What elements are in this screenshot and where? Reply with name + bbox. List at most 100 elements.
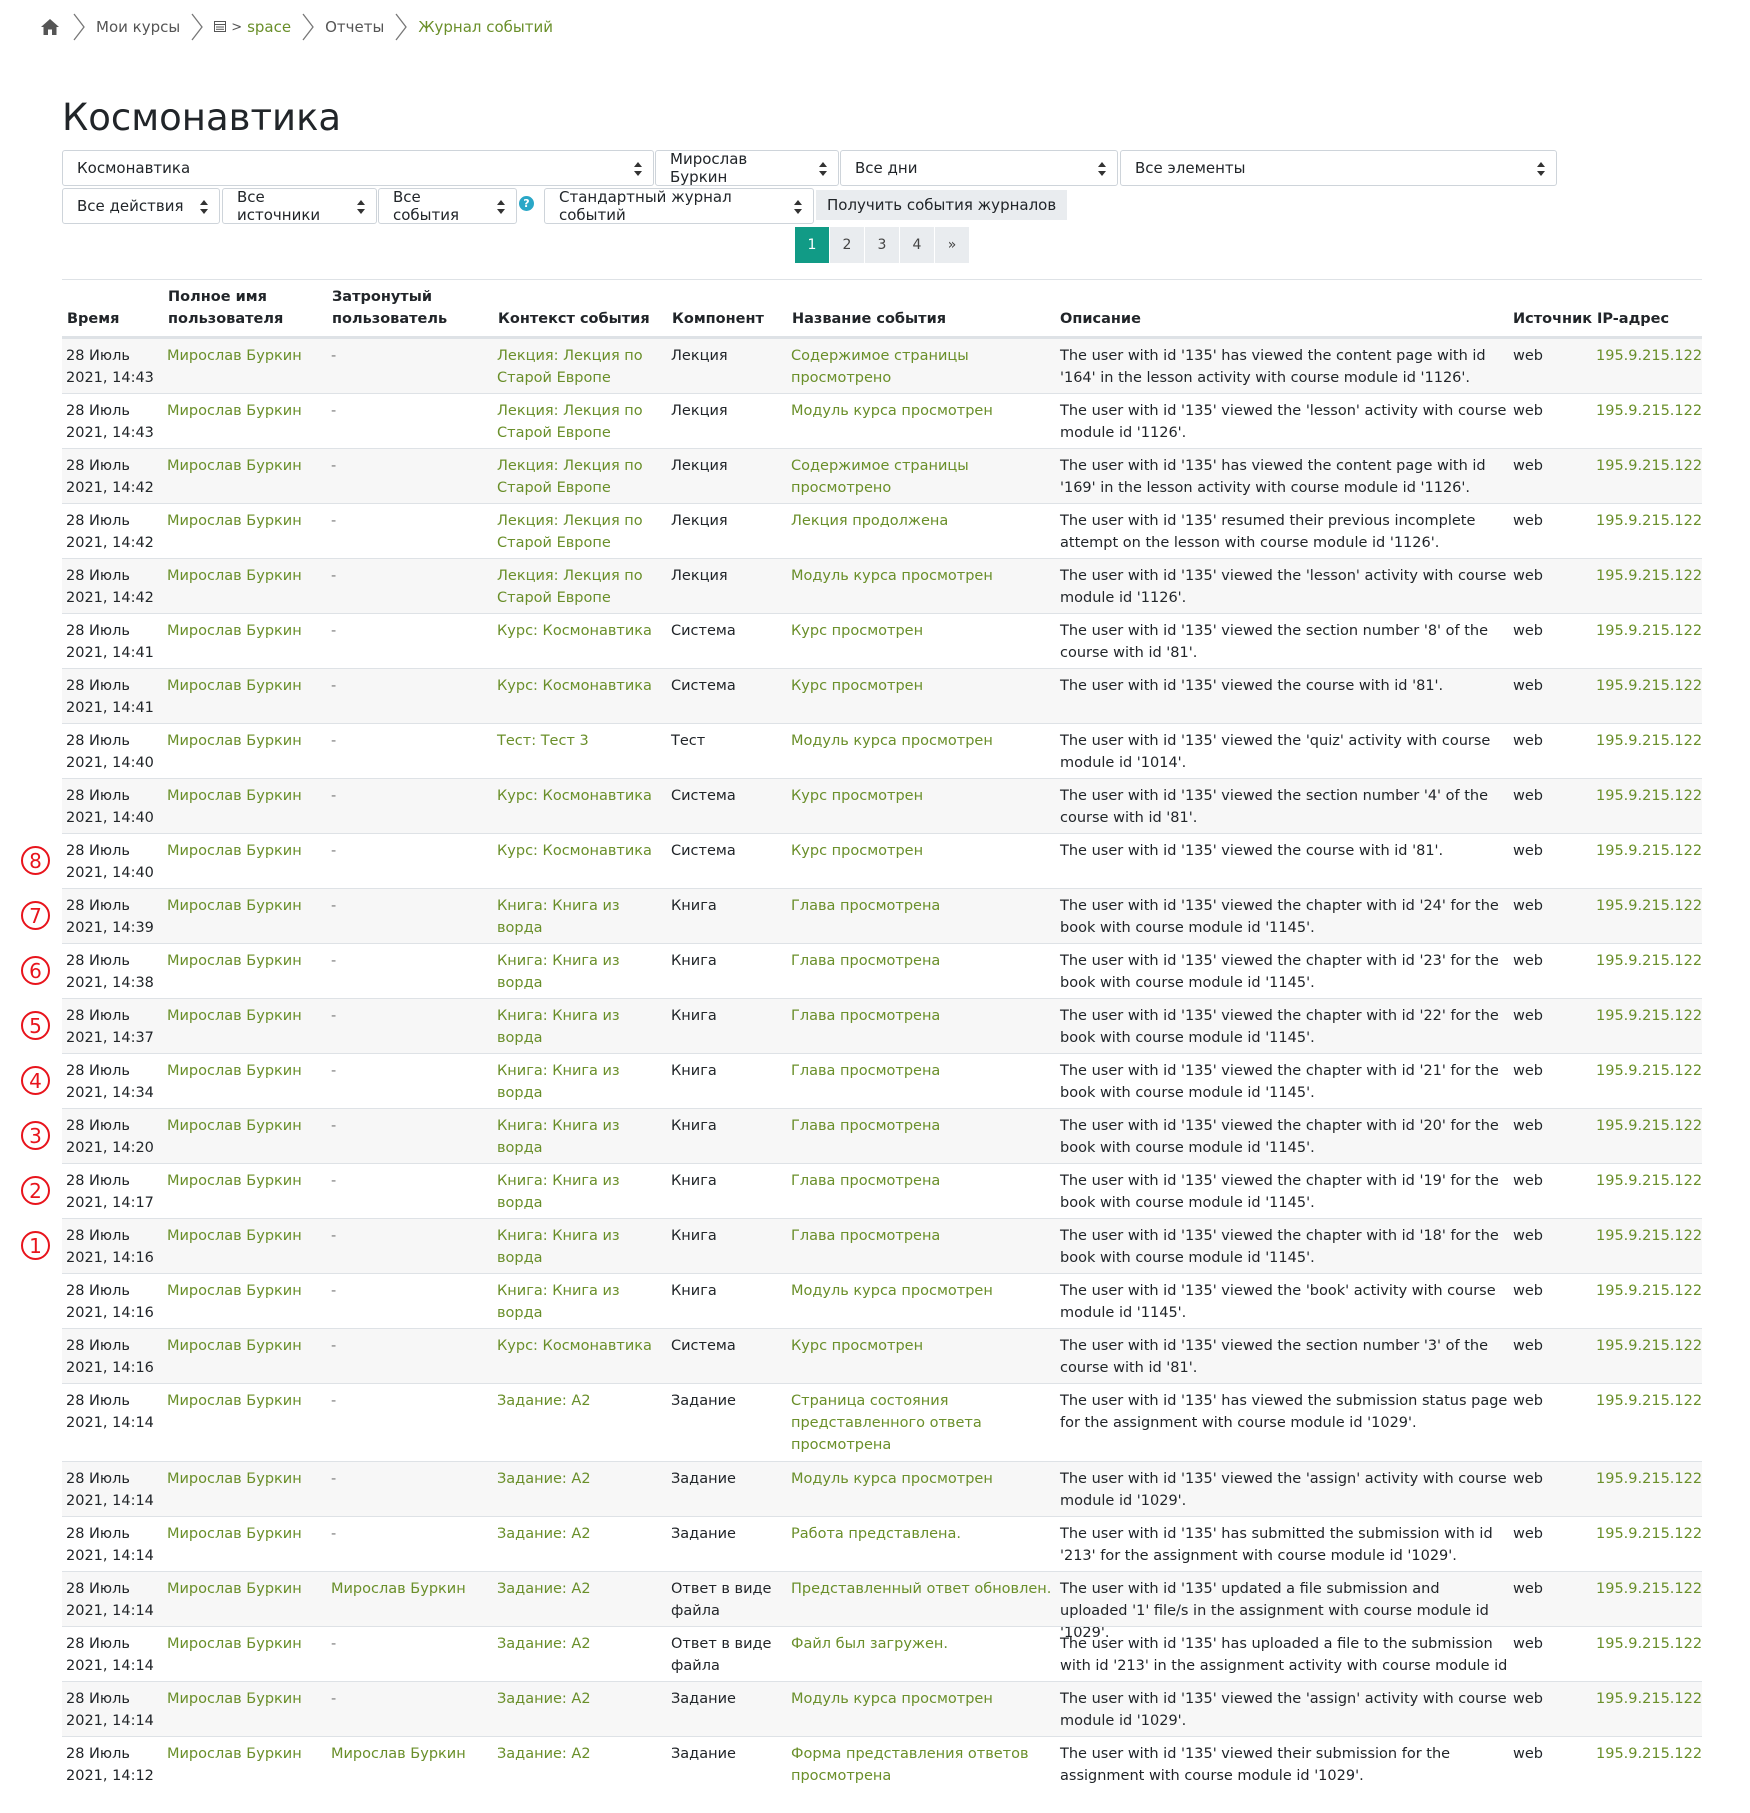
- ip-link[interactable]: 195.9.215.122: [1596, 1743, 1702, 1765]
- log-type-select[interactable]: Стандартный журнал событий: [544, 188, 814, 224]
- event-name-link[interactable]: Глава просмотрена: [791, 950, 1053, 972]
- event-name-link[interactable]: Модуль курса просмотрен: [791, 565, 1053, 587]
- user-link[interactable]: Мирослав Буркин: [167, 785, 317, 807]
- event-name-link[interactable]: Курс просмотрен: [791, 620, 1053, 642]
- user-link[interactable]: Мирослав Буркин: [167, 455, 317, 477]
- user-link[interactable]: Мирослав Буркин: [167, 1633, 317, 1655]
- help-icon[interactable]: ?: [519, 196, 534, 211]
- next-page-link[interactable]: »: [935, 227, 970, 263]
- context-link[interactable]: Задание: А2: [497, 1743, 667, 1765]
- event-name-link[interactable]: Глава просмотрена: [791, 1115, 1053, 1137]
- ip-link[interactable]: 195.9.215.122: [1596, 1060, 1702, 1082]
- ip-link[interactable]: 195.9.215.122: [1596, 510, 1702, 532]
- course-select[interactable]: Космонавтика: [62, 150, 654, 186]
- ip-link[interactable]: 195.9.215.122: [1596, 950, 1702, 972]
- context-link[interactable]: Курс: Космонавтика: [497, 620, 667, 642]
- context-link[interactable]: Лекция: Лекция по Старой Европе: [497, 510, 667, 554]
- context-link[interactable]: Книга: Книга из ворда: [497, 1115, 667, 1159]
- context-link[interactable]: Курс: Космонавтика: [497, 785, 667, 807]
- event-name-link[interactable]: Модуль курса просмотрен: [791, 730, 1053, 752]
- user-link[interactable]: Мирослав Буркин: [167, 1468, 317, 1490]
- context-link[interactable]: Курс: Космонавтика: [497, 1335, 667, 1357]
- context-link[interactable]: Книга: Книга из ворда: [497, 1225, 667, 1269]
- user-link[interactable]: Мирослав Буркин: [167, 1005, 317, 1027]
- context-link[interactable]: Книга: Книга из ворда: [497, 950, 667, 994]
- ip-link[interactable]: 195.9.215.122: [1596, 345, 1702, 367]
- ip-link[interactable]: 195.9.215.122: [1596, 1523, 1702, 1545]
- user-link[interactable]: Мирослав Буркин: [167, 675, 317, 697]
- ip-link[interactable]: 195.9.215.122: [1596, 1335, 1702, 1357]
- user-link[interactable]: Мирослав Буркин: [167, 1688, 317, 1710]
- event-name-link[interactable]: Модуль курса просмотрен: [791, 1468, 1053, 1490]
- breadcrumb-reports[interactable]: Отчеты: [325, 18, 384, 36]
- user-link[interactable]: Мирослав Буркин: [167, 1523, 317, 1545]
- ip-link[interactable]: 195.9.215.122: [1596, 1170, 1702, 1192]
- event-name-link[interactable]: Модуль курса просмотрен: [791, 1688, 1053, 1710]
- user-link[interactable]: Мирослав Буркин: [167, 1335, 317, 1357]
- context-link[interactable]: Задание: А2: [497, 1523, 667, 1545]
- context-link[interactable]: Задание: А2: [497, 1578, 667, 1600]
- user-link[interactable]: Мирослав Буркин: [167, 1390, 317, 1412]
- ip-link[interactable]: 195.9.215.122: [1596, 455, 1702, 477]
- context-link[interactable]: Книга: Книга из ворда: [497, 1170, 667, 1214]
- user-link[interactable]: Мирослав Буркин: [167, 1225, 317, 1247]
- ip-link[interactable]: 195.9.215.122: [1596, 1115, 1702, 1137]
- event-name-link[interactable]: Представленный ответ обновлен.: [791, 1578, 1053, 1600]
- breadcrumb-course[interactable]: > space: [214, 18, 291, 36]
- header-time[interactable]: Время: [67, 308, 119, 330]
- context-link[interactable]: Книга: Книга из ворда: [497, 1280, 667, 1324]
- header-fullname[interactable]: Полное имя пользователя: [168, 286, 298, 330]
- user-link[interactable]: Мирослав Буркин: [167, 1280, 317, 1302]
- context-link[interactable]: Тест: Тест 3: [497, 730, 667, 752]
- ip-link[interactable]: 195.9.215.122: [1596, 1633, 1702, 1655]
- ip-link[interactable]: 195.9.215.122: [1596, 895, 1702, 917]
- context-link[interactable]: Книга: Книга из ворда: [497, 1060, 667, 1104]
- user-link[interactable]: Мирослав Буркин: [167, 950, 317, 972]
- ip-link[interactable]: 195.9.215.122: [1596, 1225, 1702, 1247]
- ip-link[interactable]: 195.9.215.122: [1596, 400, 1702, 422]
- ip-link[interactable]: 195.9.215.122: [1596, 1688, 1702, 1710]
- user-link[interactable]: Мирослав Буркин: [167, 1578, 317, 1600]
- event-name-link[interactable]: Файл был загружен.: [791, 1633, 1053, 1655]
- sources-select[interactable]: Все источники: [222, 188, 377, 224]
- event-name-link[interactable]: Курс просмотрен: [791, 675, 1053, 697]
- event-name-link[interactable]: Содержимое страницы просмотрено: [791, 455, 1053, 499]
- page-3-link[interactable]: 3: [865, 227, 900, 263]
- ip-link[interactable]: 195.9.215.122: [1596, 730, 1702, 752]
- event-name-link[interactable]: Глава просмотрена: [791, 1005, 1053, 1027]
- user-link[interactable]: Мирослав Буркин: [167, 345, 317, 367]
- event-name-link[interactable]: Модуль курса просмотрен: [791, 1280, 1053, 1302]
- user-link[interactable]: Мирослав Буркин: [167, 510, 317, 532]
- ip-link[interactable]: 195.9.215.122: [1596, 565, 1702, 587]
- user-link[interactable]: Мирослав Буркин: [167, 565, 317, 587]
- page-4-link[interactable]: 4: [900, 227, 935, 263]
- user-link[interactable]: Мирослав Буркин: [167, 895, 317, 917]
- user-link[interactable]: Мирослав Буркин: [167, 1743, 317, 1765]
- home-icon[interactable]: [38, 16, 62, 38]
- context-link[interactable]: Лекция: Лекция по Старой Европе: [497, 345, 667, 389]
- context-link[interactable]: Книга: Книга из ворда: [497, 895, 667, 939]
- user-link[interactable]: Мирослав Буркин: [167, 1060, 317, 1082]
- context-link[interactable]: Лекция: Лекция по Старой Европе: [497, 565, 667, 609]
- user-link[interactable]: Мирослав Буркин: [167, 400, 317, 422]
- affected-user-link[interactable]: Мирослав Буркин: [331, 1578, 481, 1600]
- context-link[interactable]: Курс: Космонавтика: [497, 675, 667, 697]
- breadcrumb-course-label[interactable]: space: [247, 18, 291, 36]
- actions-select[interactable]: Все действия: [62, 188, 220, 224]
- user-link[interactable]: Мирослав Буркин: [167, 1170, 317, 1192]
- page-1-link[interactable]: 1: [795, 227, 830, 263]
- days-select[interactable]: Все дни: [840, 150, 1118, 186]
- event-name-link[interactable]: Курс просмотрен: [791, 1335, 1053, 1357]
- user-select[interactable]: Мирослав Буркин: [655, 150, 839, 186]
- elements-select[interactable]: Все элементы: [1120, 150, 1557, 186]
- event-name-link[interactable]: Глава просмотрена: [791, 1170, 1053, 1192]
- breadcrumb-event-log[interactable]: Журнал событий: [418, 18, 553, 36]
- events-select[interactable]: Все события: [378, 188, 517, 224]
- ip-link[interactable]: 195.9.215.122: [1596, 840, 1702, 862]
- context-link[interactable]: Лекция: Лекция по Старой Европе: [497, 455, 667, 499]
- breadcrumb-my-courses[interactable]: Мои курсы: [96, 18, 180, 36]
- context-link[interactable]: Задание: А2: [497, 1688, 667, 1710]
- ip-link[interactable]: 195.9.215.122: [1596, 1578, 1702, 1600]
- ip-link[interactable]: 195.9.215.122: [1596, 785, 1702, 807]
- context-link[interactable]: Курс: Космонавтика: [497, 840, 667, 862]
